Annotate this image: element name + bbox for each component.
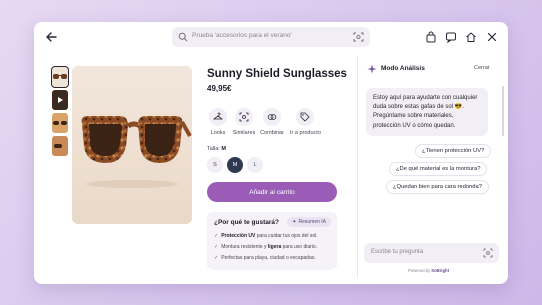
product-price: 49,95€ [207,84,232,93]
check-icon: ✓ [214,255,219,261]
sunglasses-thumbnail-icon [53,74,67,79]
chat-scrollbar[interactable] [502,86,504,136]
chat-title: Modo Análisis [381,65,425,72]
sparkle-icon [367,64,377,74]
product-image [72,66,192,224]
product-title: Sunny Shield Sunglasses [207,68,347,80]
model-side-thumbnail-icon [54,144,62,148]
action-label: Similares [232,130,256,136]
app-window: Prueba 'accesorios para el verano' Sunny… [34,22,508,284]
sunglasses-image-icon [81,116,192,188]
why-item: ✓ Perfectas para playa, ciudad o escapada… [214,255,316,261]
thumbnail-video[interactable] [52,90,68,110]
action-label: Combinar [260,130,284,136]
action-ir-a-producto[interactable]: Ir a producto [290,108,321,136]
why-you-will-like-card: ¿Por qué te gustará? ✦ Resumen IA ✓ Prote… [207,212,337,270]
bot-message: Estoy aquí para ayudarte con cualquier d… [366,88,488,136]
chat-input-placeholder: Escribe tu pregunta [371,249,424,255]
close-chat-button[interactable]: Cerrar [474,65,490,71]
visual-search-icon[interactable] [483,248,493,258]
powered-by-prefix: Powered by [408,268,431,273]
panel-divider [357,56,358,278]
action-looks-circle [209,108,227,126]
size-option-s[interactable]: S [207,157,223,173]
size-label: Talla: M [207,146,226,152]
why-item-text: para uso diario. [281,244,318,250]
add-to-cart-button[interactable]: Añadir al carrito [207,182,337,202]
chat-input[interactable]: Escribe tu pregunta [364,243,499,263]
thumbnail-1[interactable] [51,66,69,88]
rings-icon [267,114,277,120]
size-option-m[interactable]: M [227,157,243,173]
ai-summary-badge[interactable]: ✦ Resumen IA [287,217,331,227]
tag-icon [300,112,310,122]
why-heading: ¿Por qué te gustará? [214,219,280,226]
size-label-text: Talla: [207,146,220,152]
powered-by-brand: SoBright [431,268,449,273]
action-similares-circle [235,108,253,126]
model-thumbnail-icon [53,121,67,125]
check-icon: ✓ [214,244,219,250]
why-item-bold: Protección UV [221,233,256,239]
action-similares[interactable]: Similares [229,108,259,136]
play-icon [58,97,63,103]
powered-by: Powered by SoBright [408,268,449,273]
thumbnail-4[interactable] [52,136,68,156]
why-item-text: Montura resistente y [221,244,268,250]
suggestion-chip[interactable]: ¿Quedan bien para cara redonda? [386,180,489,194]
back-arrow-icon[interactable] [44,30,58,44]
search-placeholder: Prueba 'accesorios para el verano' [192,32,292,39]
check-icon: ✓ [214,233,219,239]
scan-icon [239,112,249,122]
why-item-text: para cuidar tus ojos del sol. [255,233,318,239]
size-option-l[interactable]: L [247,157,263,173]
action-label: Ir a producto [290,130,321,136]
close-icon[interactable] [486,31,498,43]
suggestion-chip[interactable]: ¿De qué material es la montura? [389,162,488,176]
why-item-text: Perfectas para playa, ciudad o escapadas… [221,255,316,261]
why-item: ✓ Montura resistente y ligera para uso di… [214,244,317,250]
ai-summary-badge-label: Resumen IA [298,219,326,225]
action-combinar-circle [263,108,281,126]
bag-icon[interactable] [425,31,437,43]
chat-bubble-icon[interactable] [445,31,457,43]
action-combinar[interactable]: Combinar [257,108,287,136]
sparkle-icon: ✦ [292,219,297,225]
action-ir-a-producto-circle [296,108,314,126]
why-item-bold: ligera [267,244,282,250]
top-bar: Prueba 'accesorios para el verano' [34,22,508,52]
visual-search-icon[interactable] [353,32,364,42]
home-icon[interactable] [465,31,477,43]
why-item: ✓ Protección UV para cuidar tus ojos del … [214,233,318,239]
size-selected-value: M [221,146,226,152]
search-input[interactable]: Prueba 'accesorios para el verano' [172,27,370,47]
suggestion-chip[interactable]: ¿Tienen protección UV? [415,144,492,158]
thumbnail-3[interactable] [52,113,68,133]
hanger-icon [213,112,223,120]
search-icon [178,32,188,42]
